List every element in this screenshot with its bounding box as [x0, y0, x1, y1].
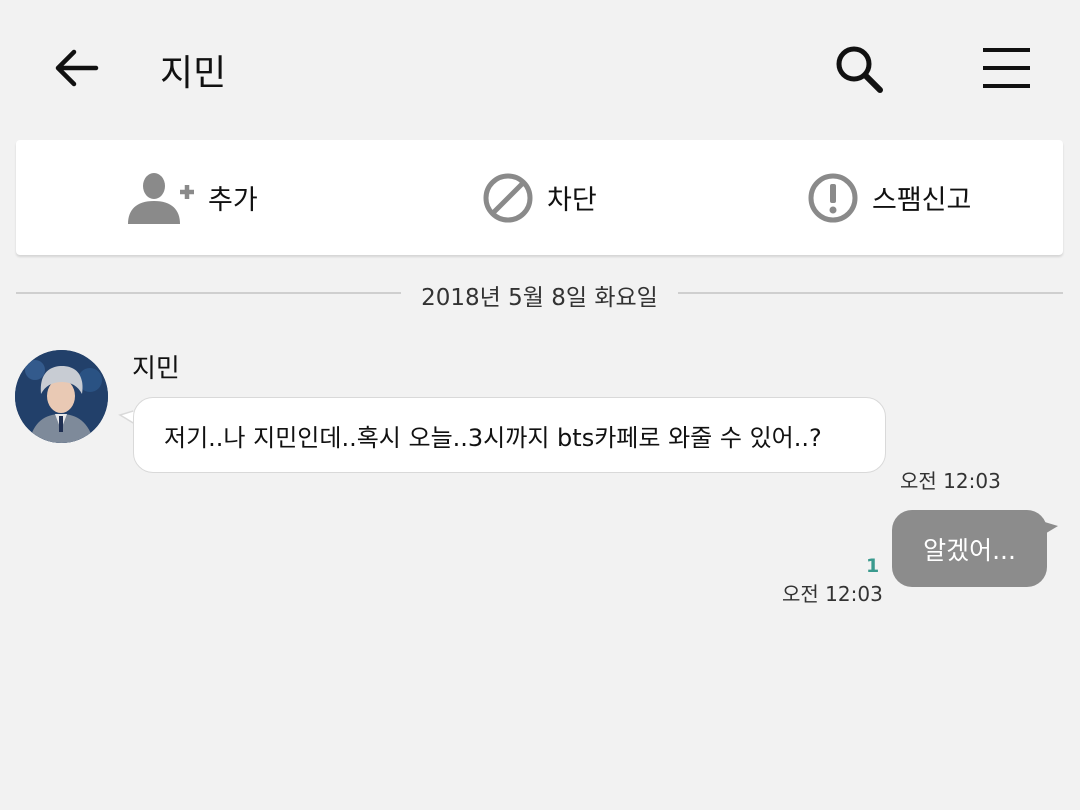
block-icon — [483, 173, 533, 222]
sender-avatar[interactable] — [15, 350, 108, 443]
message-timestamp: 오전 12:03 — [900, 469, 1001, 493]
alert-circle-icon — [808, 173, 858, 222]
divider — [16, 292, 401, 294]
add-person-icon — [128, 172, 194, 224]
unread-count: 1 — [866, 555, 880, 577]
outgoing-message-bubble[interactable]: 알겠어... — [892, 510, 1047, 587]
top-bar: 지민 — [0, 0, 1080, 135]
spam-report-button[interactable]: 스팸신고 — [806, 140, 971, 255]
block-button[interactable]: 차단 — [481, 140, 597, 255]
message-timestamp: 오전 12:03 — [782, 582, 883, 606]
back-button[interactable] — [50, 42, 102, 94]
search-icon — [836, 46, 883, 93]
add-contact-button[interactable]: 추가 — [126, 140, 258, 255]
contact-actions-card: 추가 차단 스팸신고 — [16, 140, 1063, 255]
date-separator: 2018년 5월 8일 화요일 — [16, 278, 1063, 311]
search-button[interactable] — [830, 40, 888, 98]
avatar-photo — [15, 350, 108, 443]
divider — [678, 292, 1063, 294]
hamburger-menu-icon — [983, 48, 1030, 88]
message-text: 알겠어... — [923, 535, 1016, 565]
incoming-message-bubble[interactable]: 저기..나 지민인데..혹시 오늘..3시까지 bts카페로 와줄 수 있어..… — [133, 397, 886, 473]
sender-name: 지민 — [132, 354, 180, 384]
spam-report-label: 스팸신고 — [872, 185, 972, 216]
arrow-left-icon — [55, 49, 99, 87]
block-label: 차단 — [547, 185, 597, 216]
message-text: 저기..나 지민인데..혹시 오늘..3시까지 bts카페로 와줄 수 있어..… — [164, 423, 822, 452]
menu-button[interactable] — [980, 42, 1034, 94]
add-contact-label: 추가 — [208, 185, 258, 216]
date-label: 2018년 5월 8일 화요일 — [421, 285, 658, 311]
chat-title: 지민 — [160, 53, 227, 94]
